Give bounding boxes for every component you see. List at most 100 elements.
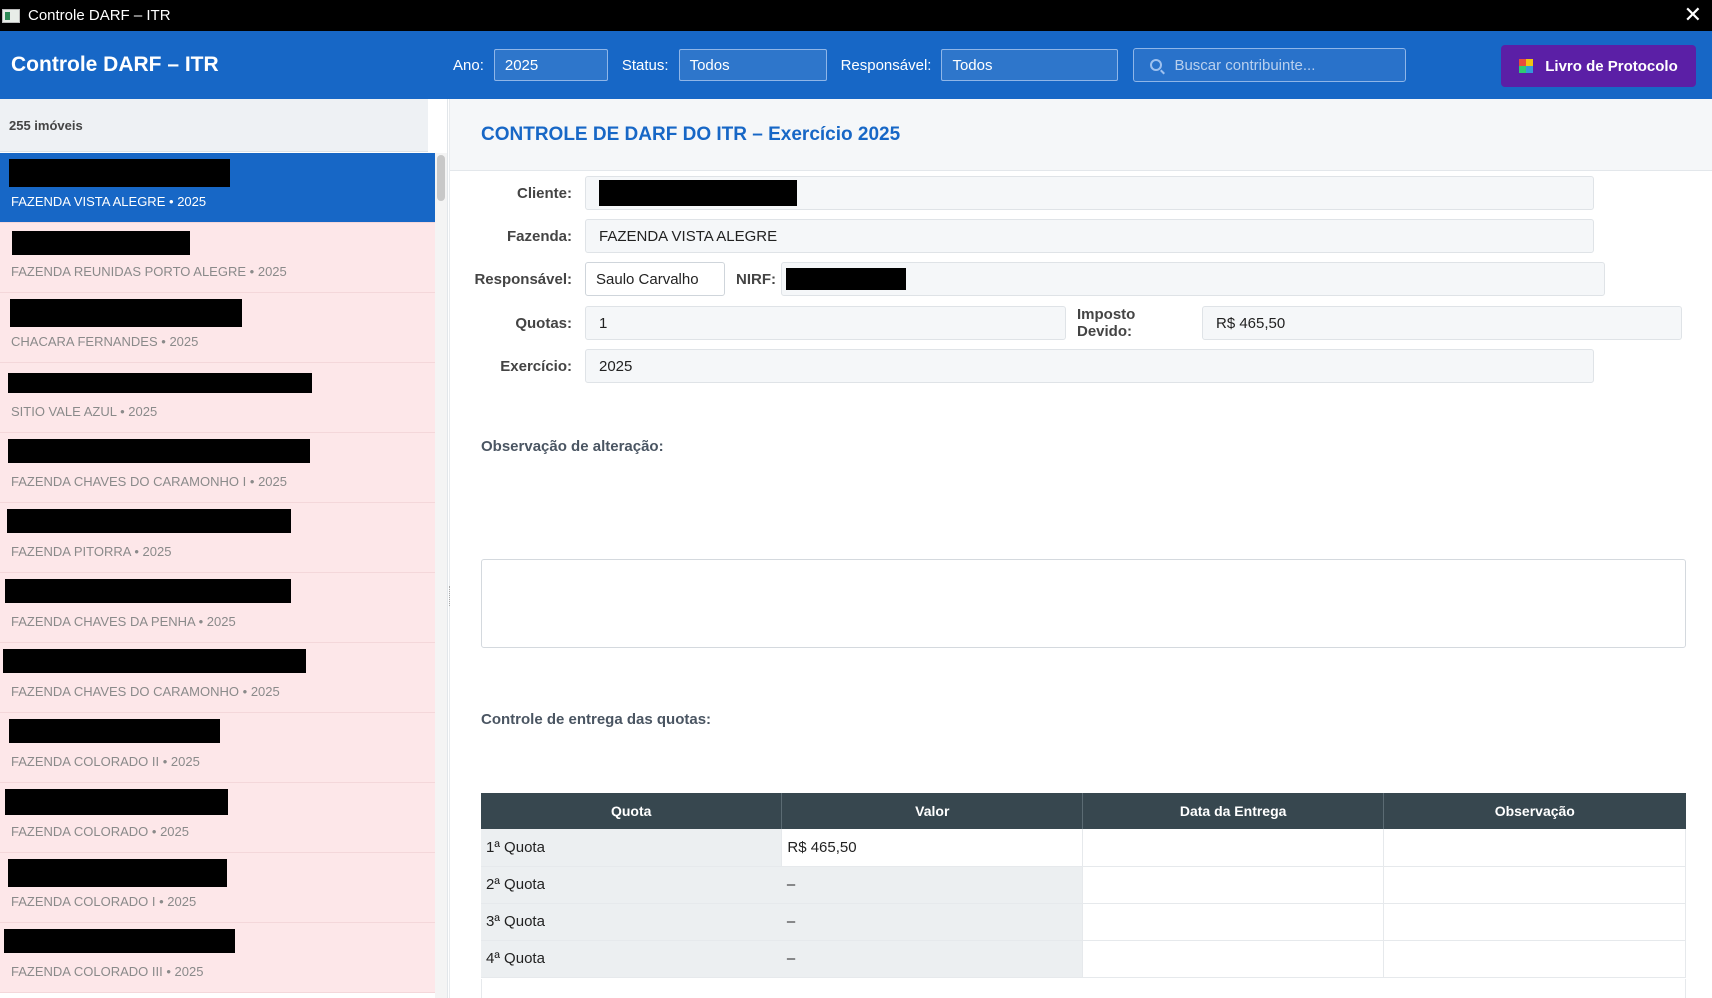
list-item[interactable]: SITIO VALE AZUL • 2025 [0,363,436,433]
redacted-cliente [599,180,797,206]
list-item-sub: SITIO VALE AZUL • 2025 [11,404,158,419]
book-icon [1519,59,1534,73]
list-item-sub: FAZENDA CHAVES DO CARAMONHO • 2025 [11,684,280,699]
fazenda-row: Fazenda: FAZENDA VISTA ALEGRE [450,219,1594,253]
search-icon [1150,59,1163,71]
responsavel-row: Responsável: Saulo Carvalho NIRF: [450,262,1605,296]
exercicio-field[interactable]: 2025 [585,349,1594,383]
sidebar-scrollbar[interactable] [435,153,447,998]
window-titlebar: Controle DARF – ITR ✕ [0,0,1712,31]
list-item[interactable]: FAZENDA VISTA ALEGRE • 2025 [0,153,436,223]
cell-valor[interactable]: R$ 465,50 [781,829,1083,867]
exercicio-label: Exercício: [500,357,572,375]
col-header-valor: Valor [781,793,1084,829]
responsavel-select[interactable]: Todos [941,49,1119,81]
list-item[interactable]: FAZENDA COLORADO I • 2025 [0,853,436,923]
cell-quota: 3ª Quota [481,903,782,941]
cell-observacao[interactable] [1383,829,1686,867]
cliente-row: Cliente: [450,176,1594,210]
imposto-label: Imposto Devido: [1077,306,1136,340]
list-item-sub: FAZENDA COLORADO I • 2025 [11,894,197,909]
cell-quota: 1ª Quota [481,829,782,867]
close-icon[interactable]: ✕ [1684,2,1702,28]
cell-data-entrega[interactable] [1082,903,1384,941]
redacted-name [5,579,291,603]
cliente-label: Cliente: [516,184,572,202]
livro-protocolo-button[interactable]: Livro de Protocolo [1501,45,1696,87]
list-item[interactable]: FAZENDA COLORADO II • 2025 [0,713,436,783]
list-item-sub: FAZENDA COLORADO • 2025 [11,824,189,839]
table-row: 4ª Quota – [481,940,1686,978]
window-title: Controle DARF – ITR [28,7,171,24]
property-list: FAZENDA VISTA ALEGRE • 2025 FAZENDA REUN… [0,153,436,998]
cell-observacao[interactable] [1383,903,1686,941]
fazenda-label: Fazenda: [506,227,572,245]
table-row: 3ª Quota – [481,903,1686,941]
livro-protocolo-label: Livro de Protocolo [1545,57,1678,75]
list-item[interactable]: FAZENDA COLORADO III • 2025 [0,923,436,993]
obs-textarea[interactable] [481,559,1686,648]
cell-quota: 2ª Quota [481,866,782,904]
cell-valor: – [781,903,1083,941]
quotas-label: Quotas: [515,314,572,332]
quotas-field[interactable]: 1 [585,306,1066,340]
exercicio-row: Exercício: 2025 [450,349,1594,383]
redacted-name [8,859,227,887]
redacted-name [3,649,306,673]
list-item-sub: FAZENDA COLORADO II • 2025 [11,754,200,769]
status-select[interactable]: Todos [678,49,827,81]
nirf-field[interactable] [781,262,1605,296]
search-input[interactable]: Buscar contribuinte... [1133,48,1407,82]
col-header-data: Data da Entrega [1082,793,1385,829]
redacted-name [8,373,312,393]
redacted-name [5,789,228,815]
cell-data-entrega[interactable] [1082,940,1384,978]
cell-data-entrega[interactable] [1082,866,1384,904]
list-item[interactable]: FAZENDA COLORADO • 2025 [0,783,436,853]
list-item-sub: CHACARA FERNANDES • 2025 [11,334,199,349]
ano-select[interactable]: 2025 [493,49,608,81]
responsavel-label: Responsável: [840,56,932,74]
cell-observacao[interactable] [1383,866,1686,904]
list-item[interactable]: FAZENDA CHAVES DO CARAMONHO • 2025 [0,643,436,713]
redacted-name [9,159,230,187]
quotas-row: Quotas: 1 Imposto Devido: R$ 465,50 [450,306,1682,340]
list-item[interactable]: FAZENDA CHAVES DA PENHA • 2025 [0,573,436,643]
list-item-sub: FAZENDA PITORRA • 2025 [11,544,172,559]
property-sidebar: 255 imóveis FAZENDA VISTA ALEGRE • 2025 … [0,99,448,998]
obs-section-label: Observação de alteração: [481,438,664,455]
list-item[interactable]: FAZENDA REUNIDAS PORTO ALEGRE • 2025 [0,223,436,293]
list-item-sub: FAZENDA CHAVES DA PENHA • 2025 [11,614,236,629]
imposto-field[interactable]: R$ 465,50 [1202,306,1682,340]
list-item[interactable]: CHACARA FERNANDES • 2025 [0,293,436,363]
redacted-name [8,439,310,463]
list-item-sub: FAZENDA COLORADO III • 2025 [11,964,204,979]
quotas-table: Quota Valor Data da Entrega Observação 1… [481,793,1686,978]
cell-data-entrega[interactable] [1082,829,1384,867]
cell-valor: – [781,866,1083,904]
nirf-label: NIRF: [736,270,776,288]
status-select-value: Todos [689,56,730,74]
main-panel: CONTROLE DE DARF DO ITR – Exercício 2025… [450,99,1712,998]
list-item[interactable]: FAZENDA PITORRA • 2025 [0,503,436,573]
app-title: Controle DARF – ITR [11,53,219,76]
page-header: CONTROLE DE DARF DO ITR – Exercício 2025 [450,99,1712,171]
search-placeholder: Buscar contribuinte... [1174,56,1316,74]
redacted-nirf [786,268,906,290]
scrollbar-thumb[interactable] [437,155,445,201]
list-item-sub: FAZENDA VISTA ALEGRE • 2025 [11,194,207,209]
cliente-field[interactable] [585,176,1594,210]
list-item[interactable]: FAZENDA CHAVES DO CARAMONHO I • 2025 [0,433,436,503]
fazenda-field[interactable]: FAZENDA VISTA ALEGRE [585,219,1594,253]
cell-valor: – [781,940,1083,978]
ano-select-value: 2025 [504,56,539,74]
list-item-sub: FAZENDA CHAVES DO CARAMONHO I • 2025 [11,474,287,489]
redacted-name [9,719,220,743]
responsavel-field[interactable]: Saulo Carvalho [585,262,725,296]
col-header-quota: Quota [481,793,783,829]
responsavel-select-value: Todos [952,56,993,74]
table-header-row: Quota Valor Data da Entrega Observação [481,793,1686,829]
redacted-name [12,231,190,255]
cell-observacao[interactable] [1383,940,1686,978]
controle-section-label: Controle de entrega das quotas: [481,711,712,728]
